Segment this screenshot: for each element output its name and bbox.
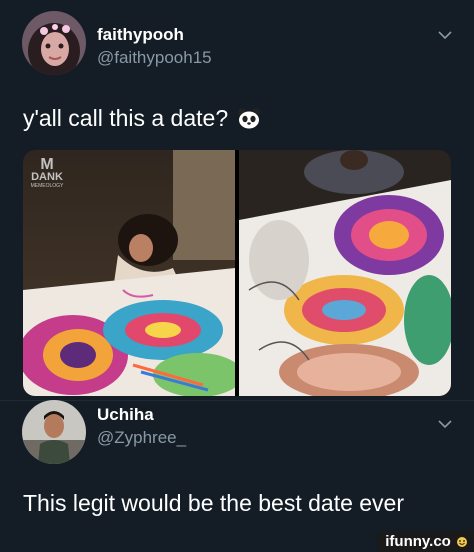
avatar-faithypooh[interactable] [22, 11, 86, 75]
watermark-text: ifunny.co [385, 533, 451, 550]
panda-face-icon [237, 107, 261, 135]
smiley-icon [456, 535, 468, 552]
chevron-down-icon[interactable] [438, 416, 452, 432]
tweet-media-grid[interactable]: M DANK MEMEOLOGY [23, 150, 451, 396]
avatar-uchiha[interactable] [22, 400, 86, 464]
tweet-main: Uchiha @Zyphree_ This legit would be the… [0, 400, 474, 552]
display-name[interactable]: faithypooh [97, 25, 184, 45]
tweet-text: y'all call this a date? [23, 105, 261, 135]
logo-brand: DANK [31, 171, 63, 183]
tweet-text-content: y'all call this a date? [23, 105, 229, 131]
tweet-quoted: faithypooh @faithypooh15 y'all call this… [0, 0, 474, 400]
dank-memeology-logo: M DANK MEMEOLOGY [30, 156, 64, 190]
ifunny-watermark: ifunny.co [377, 531, 474, 552]
display-name[interactable]: Uchiha [97, 405, 154, 425]
user-handle[interactable]: @Zyphree_ [97, 428, 186, 448]
media-photo-right[interactable] [239, 150, 451, 396]
logo-sub: MEMEOLOGY [30, 183, 64, 189]
tweet-text: This legit would be the best date ever [23, 490, 405, 516]
user-handle[interactable]: @faithypooh15 [97, 48, 212, 68]
chevron-down-icon[interactable] [438, 27, 452, 43]
media-photo-left[interactable]: M DANK MEMEOLOGY [23, 150, 235, 396]
